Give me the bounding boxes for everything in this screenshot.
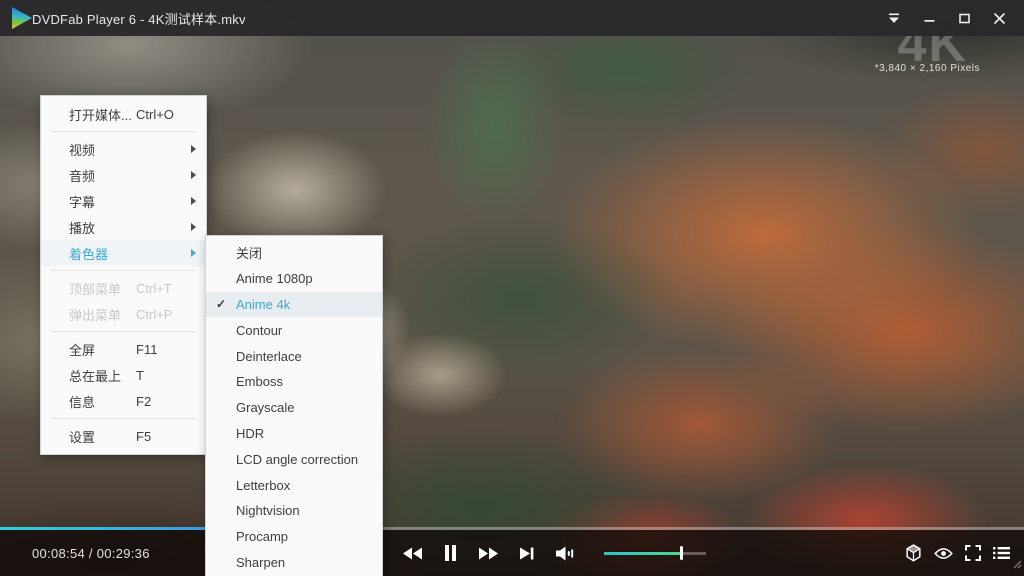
context-menu-item-label: 播放 bbox=[69, 218, 95, 237]
app-logo-icon bbox=[12, 7, 32, 29]
shader-submenu-item-label: Emboss bbox=[236, 374, 283, 389]
shader-submenu-item-2[interactable]: ✓ Anime 4k bbox=[206, 292, 382, 318]
context-menu-separator bbox=[51, 331, 196, 332]
check-icon: ✓ bbox=[216, 297, 226, 311]
shortcut-label: Ctrl+T bbox=[136, 281, 172, 296]
close-icon[interactable] bbox=[986, 6, 1012, 30]
shader-submenu-item-10[interactable]: Nightvision bbox=[206, 498, 382, 524]
context-menu-item-13[interactable]: 信息 F2 bbox=[41, 388, 206, 414]
window-controls bbox=[881, 6, 1012, 30]
shader-submenu-item-6[interactable]: Grayscale bbox=[206, 395, 382, 421]
shader-submenu-item-label: Sharpen bbox=[236, 555, 285, 570]
pause-icon[interactable] bbox=[444, 545, 457, 561]
shader-submenu-item-label: Deinterlace bbox=[236, 349, 302, 364]
shader-submenu-item-label: LCD angle correction bbox=[236, 452, 358, 467]
dropdown-arrow-icon[interactable] bbox=[881, 6, 907, 30]
eye-icon[interactable] bbox=[934, 547, 953, 560]
shader-submenu-item-label: HDR bbox=[236, 426, 264, 441]
resize-grip[interactable] bbox=[1011, 556, 1022, 574]
minimize-icon[interactable] bbox=[916, 6, 942, 30]
submenu-arrow-icon bbox=[191, 249, 196, 257]
context-menu-item-label: 信息 bbox=[69, 392, 95, 411]
volume-icon[interactable] bbox=[556, 546, 574, 561]
context-menu-item-15[interactable]: 设置 F5 bbox=[41, 423, 206, 449]
shader-submenu-item-7[interactable]: HDR bbox=[206, 421, 382, 447]
fullscreen-icon[interactable] bbox=[965, 545, 981, 561]
shader-submenu-item-label: Letterbox bbox=[236, 478, 290, 493]
context-menu-separator bbox=[51, 270, 196, 271]
context-menu-item-label: 着色器 bbox=[69, 244, 108, 263]
context-menu-item-4[interactable]: 字幕 bbox=[41, 188, 206, 214]
playlist-icon[interactable] bbox=[993, 546, 1010, 560]
submenu-arrow-icon bbox=[191, 223, 196, 231]
shortcut-label: Ctrl+O bbox=[136, 107, 174, 122]
shader-submenu-item-1[interactable]: Anime 1080p bbox=[206, 266, 382, 292]
context-menu-item-8: 顶部菜单 Ctrl+T bbox=[41, 275, 206, 301]
shader-submenu-item-4[interactable]: Deinterlace bbox=[206, 343, 382, 369]
shader-submenu-item-label: Anime 4k bbox=[236, 297, 290, 312]
shader-submenu: 关闭 Anime 1080p ✓ Anime 4k Contour Deinterlace… bbox=[205, 235, 383, 576]
volume-slider-handle[interactable] bbox=[680, 546, 684, 560]
context-menu-item-3[interactable]: 音频 bbox=[41, 162, 206, 188]
title-bar: DVDFab Player 6 - 4K测试样本.mkv bbox=[0, 0, 1024, 36]
shader-submenu-item-5[interactable]: Emboss bbox=[206, 369, 382, 395]
video-resolution-note: *3,840 × 2,160 Pixels bbox=[875, 63, 980, 74]
transport-controls bbox=[403, 530, 706, 576]
context-menu-separator bbox=[51, 131, 196, 132]
context-menu-item-label: 总在最上 bbox=[69, 366, 121, 385]
right-tool-buttons bbox=[905, 530, 1010, 576]
context-menu-item-label: 视频 bbox=[69, 140, 95, 159]
shader-submenu-item-0[interactable]: 关闭 bbox=[206, 240, 382, 266]
3d-cube-icon[interactable] bbox=[905, 544, 922, 562]
shader-submenu-item-label: Grayscale bbox=[236, 400, 295, 415]
shader-submenu-item-9[interactable]: Letterbox bbox=[206, 472, 382, 498]
context-menu-item-0[interactable]: 打开媒体... Ctrl+O bbox=[41, 101, 206, 127]
context-menu-item-2[interactable]: 视频 bbox=[41, 136, 206, 162]
shader-submenu-item-label: Contour bbox=[236, 323, 282, 338]
rewind-icon[interactable] bbox=[403, 547, 422, 560]
context-menu-item-label: 打开媒体... bbox=[69, 105, 132, 124]
shader-submenu-item-label: 关闭 bbox=[236, 243, 262, 262]
player-window: 4K *3,840 × 2,160 Pixels DVDFab Player 6… bbox=[0, 0, 1024, 576]
context-menu-item-6[interactable]: 着色器 bbox=[41, 240, 206, 266]
shortcut-label: F11 bbox=[136, 342, 157, 357]
context-menu-item-label: 顶部菜单 bbox=[69, 279, 121, 298]
submenu-arrow-icon bbox=[191, 197, 196, 205]
context-menu-item-9: 弹出菜单 Ctrl+P bbox=[41, 301, 206, 327]
shader-submenu-item-11[interactable]: Procamp bbox=[206, 524, 382, 550]
shader-submenu-item-8[interactable]: LCD angle correction bbox=[206, 446, 382, 472]
shortcut-label: F5 bbox=[136, 429, 151, 444]
context-menu-item-12[interactable]: 总在最上 T bbox=[41, 362, 206, 388]
context-menu-item-label: 字幕 bbox=[69, 192, 95, 211]
submenu-arrow-icon bbox=[191, 145, 196, 153]
shader-submenu-item-3[interactable]: Contour bbox=[206, 317, 382, 343]
window-title: DVDFab Player 6 - 4K测试样本.mkv bbox=[32, 9, 246, 28]
context-menu-item-label: 设置 bbox=[69, 427, 95, 446]
next-track-icon[interactable] bbox=[520, 547, 534, 560]
context-menu-item-label: 全屏 bbox=[69, 340, 95, 359]
context-menu: 打开媒体... Ctrl+O 视频音频字幕播放着色器顶部菜单 Ctrl+T 弹出菜单 Ct… bbox=[40, 95, 207, 455]
shortcut-label: Ctrl+P bbox=[136, 307, 172, 322]
volume-slider[interactable] bbox=[604, 552, 706, 555]
context-menu-item-11[interactable]: 全屏 F11 bbox=[41, 336, 206, 362]
volume-slider-fill bbox=[604, 552, 682, 555]
submenu-arrow-icon bbox=[191, 171, 196, 179]
shader-submenu-item-12[interactable]: Sharpen bbox=[206, 550, 382, 576]
maximize-icon[interactable] bbox=[951, 6, 977, 30]
shader-submenu-item-label: Nightvision bbox=[236, 503, 300, 518]
shortcut-label: T bbox=[136, 368, 144, 383]
shader-submenu-item-label: Anime 1080p bbox=[236, 271, 313, 286]
fast-forward-icon[interactable] bbox=[479, 547, 498, 560]
shortcut-label: F2 bbox=[136, 394, 151, 409]
time-display: 00:08:54 / 00:29:36 bbox=[32, 546, 150, 561]
context-menu-item-label: 音频 bbox=[69, 166, 95, 185]
context-menu-separator bbox=[51, 418, 196, 419]
context-menu-item-5[interactable]: 播放 bbox=[41, 214, 206, 240]
shader-submenu-item-label: Procamp bbox=[236, 529, 288, 544]
context-menu-item-label: 弹出菜单 bbox=[69, 305, 121, 324]
